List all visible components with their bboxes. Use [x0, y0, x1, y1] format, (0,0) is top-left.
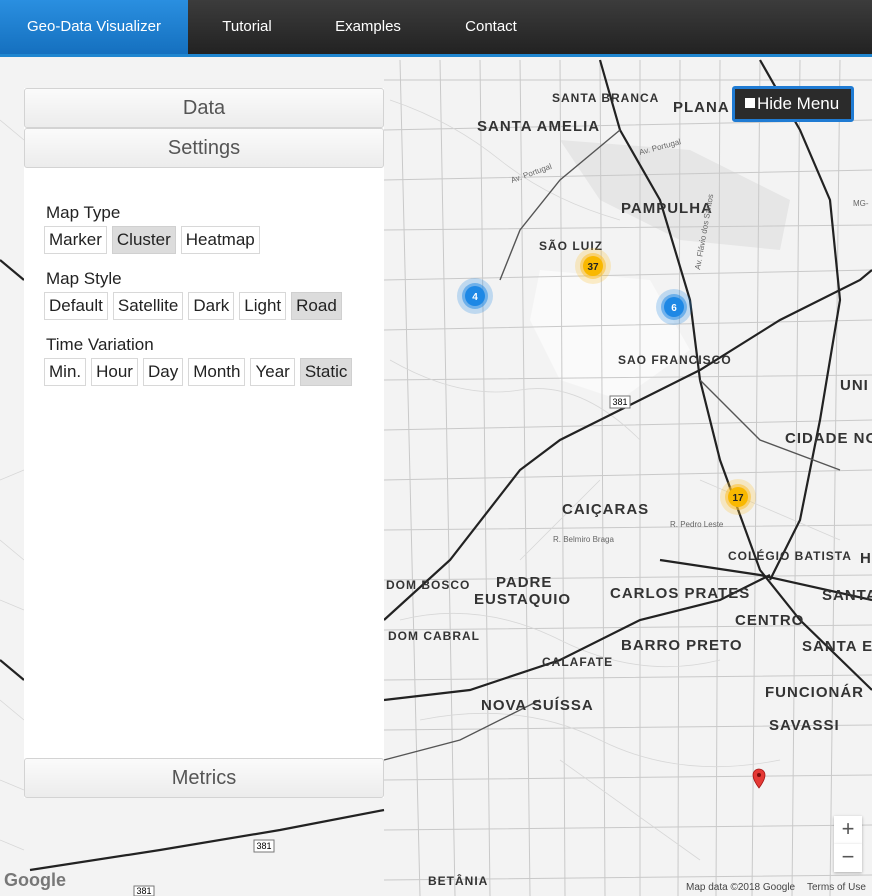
- zoom-out-button[interactable]: −: [834, 844, 862, 872]
- route-shield: 381: [612, 397, 627, 407]
- place-label: CENTRO: [735, 612, 804, 629]
- time-variation-label: Time Variation: [46, 335, 154, 354]
- hide-menu-label: Hide Menu: [757, 94, 840, 113]
- map-type-label: Map Type: [46, 203, 121, 222]
- map-style-label: Map Style: [46, 269, 122, 288]
- svg-text:37: 37: [587, 262, 599, 273]
- nav-brand[interactable]: Geo-Data Visualizer: [0, 0, 188, 54]
- place-label: CARLOS PRATES: [610, 585, 750, 602]
- place-label: EUSTAQUIO: [474, 591, 571, 608]
- option-min[interactable]: Min.: [44, 358, 87, 386]
- route-shield: 381: [256, 841, 271, 851]
- settings-section-header[interactable]: Settings: [24, 128, 384, 168]
- place-label: SANTA BRANCA: [552, 91, 659, 105]
- place-label: UNI: [840, 377, 869, 394]
- option-month[interactable]: Month: [188, 358, 246, 386]
- place-label: COLÉGIO BATISTA: [728, 548, 852, 563]
- option-satellite[interactable]: Satellite: [112, 292, 184, 320]
- zoom-in-button[interactable]: +: [834, 816, 862, 844]
- metrics-section-header[interactable]: Metrics: [24, 758, 384, 798]
- nav-examples[interactable]: Examples: [306, 0, 430, 54]
- option-year[interactable]: Year: [250, 358, 295, 386]
- place-label: DOM BOSCO: [386, 578, 470, 592]
- place-label: PAMPULHA: [621, 200, 713, 217]
- option-hour[interactable]: Hour: [91, 358, 138, 386]
- place-label: PLANA: [673, 99, 730, 116]
- place-label: SANTA E: [802, 638, 872, 655]
- svg-text:6: 6: [671, 303, 677, 314]
- top-navbar: Geo-Data Visualizer Tutorial Examples Co…: [0, 0, 872, 57]
- nav-tutorial[interactable]: Tutorial: [188, 0, 306, 54]
- place-label: SANTA: [822, 587, 872, 604]
- option-default[interactable]: Default: [44, 292, 108, 320]
- checkbox-icon: [745, 98, 755, 108]
- road-label: R. Pedro Leste: [670, 520, 724, 529]
- place-label: SANTA AMELIA: [477, 118, 600, 135]
- place-label: DOM CABRAL: [388, 629, 480, 643]
- place-label: SAVASSI: [769, 717, 840, 734]
- place-label: BARRO PRETO: [621, 637, 743, 654]
- map-style-options: Default Satellite Dark Light Road: [44, 292, 342, 320]
- place-label: FUNCIONÁR: [765, 684, 864, 701]
- map-attribution: Map data ©2018 Google: [686, 882, 796, 893]
- road-label: R. Belmiro Braga: [553, 535, 614, 544]
- option-marker[interactable]: Marker: [44, 226, 107, 254]
- cluster-marker[interactable]: 17: [720, 479, 756, 515]
- option-day[interactable]: Day: [142, 358, 184, 386]
- route-shield: 381: [136, 886, 151, 896]
- data-section-header[interactable]: Data: [24, 88, 384, 128]
- place-label: PADRE: [496, 574, 552, 591]
- option-cluster[interactable]: Cluster: [111, 226, 176, 254]
- hide-menu-button[interactable]: Hide Menu: [732, 86, 854, 122]
- map-type-options: Marker Cluster Heatmap: [44, 226, 260, 254]
- cluster-marker[interactable]: 37: [575, 248, 611, 284]
- cluster-marker[interactable]: 4: [457, 278, 493, 314]
- road-label: MG-: [853, 199, 869, 208]
- google-logo: Google: [4, 870, 66, 890]
- place-label: CALAFATE: [542, 655, 613, 669]
- place-label: CAIÇARAS: [562, 501, 649, 518]
- option-dark[interactable]: Dark: [188, 292, 235, 320]
- cluster-marker[interactable]: 6: [656, 289, 692, 325]
- terms-of-use-link[interactable]: Terms of Use: [807, 882, 866, 893]
- place-label: H: [860, 550, 872, 567]
- option-road[interactable]: Road: [291, 292, 342, 320]
- place-label: BETÂNIA: [428, 873, 488, 888]
- time-variation-options: Min. Hour Day Month Year Static: [44, 358, 353, 386]
- option-light[interactable]: Light: [239, 292, 287, 320]
- option-heatmap[interactable]: Heatmap: [180, 226, 260, 254]
- place-label: SAO FRANCISCO: [618, 353, 732, 367]
- place-label: CIDADE NO: [785, 430, 872, 447]
- svg-text:17: 17: [732, 493, 744, 504]
- nav-contact[interactable]: Contact: [430, 0, 552, 54]
- menu-panel: Data Settings Map Type Marker Cluster He…: [24, 88, 384, 798]
- place-label: NOVA SUÍSSA: [481, 697, 594, 714]
- svg-text:4: 4: [472, 292, 478, 303]
- option-static[interactable]: Static: [299, 358, 353, 386]
